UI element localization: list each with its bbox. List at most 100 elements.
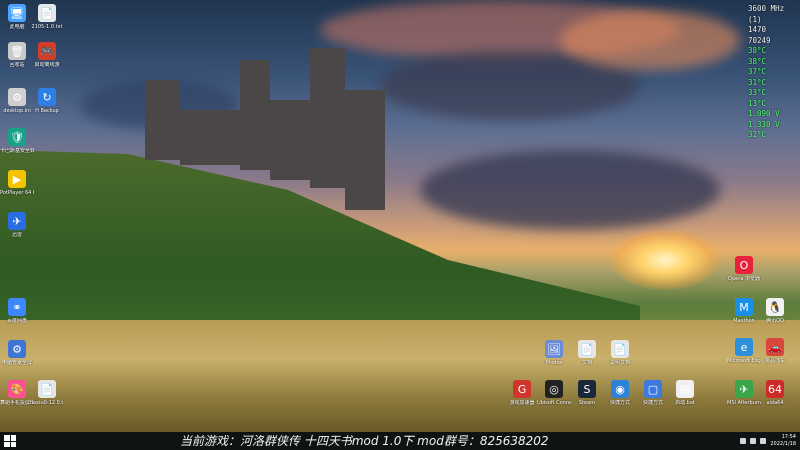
ini-file-shortcut[interactable]: ⚙ desktop.ini	[0, 88, 34, 114]
pc-icon: 🖥	[8, 4, 26, 22]
monitor-reading: 13°C	[748, 98, 767, 108]
opera-icon: O	[735, 256, 753, 274]
window-shortcut[interactable]: ▢ 快捷方式	[636, 380, 670, 406]
aida64-icon: 64	[766, 380, 784, 398]
recycle-bin-shortcut[interactable]: 🗑 回收站	[0, 42, 34, 68]
shortcut-label: 此电脑	[9, 24, 25, 30]
ini-file-icon: ⚙	[8, 88, 26, 106]
monitor-reading: 1.090 V	[748, 109, 780, 118]
maxthon-icon: M	[735, 298, 753, 316]
network-icon: ⚭	[8, 298, 26, 316]
palette-shortcut[interactable]: 🎨 舞蹈手机投屏工具	[0, 380, 34, 406]
wallpaper-field	[0, 320, 800, 432]
castle-ruin	[345, 90, 385, 210]
doc2-icon: 📄	[611, 340, 629, 358]
settings-app-icon: ⚙	[8, 340, 26, 358]
game-launcher-shortcut[interactable]: 🎮 启动离线游	[30, 42, 64, 68]
shortcut-label: 2105-1.0.txt	[31, 24, 63, 30]
notification-tray-icon[interactable]	[760, 438, 767, 444]
shortcut-label: 游戏加速器	[509, 400, 535, 406]
shortcut-label: PotPlayer 64 bit	[0, 190, 34, 196]
swirl-shortcut[interactable]: ◉ 快捷方式	[603, 380, 637, 406]
settings-app-shortcut[interactable]: ⚙ 电脑管家全屏	[0, 340, 34, 366]
pc-shortcut[interactable]: 🖥 此电脑	[0, 4, 34, 30]
wallpaper-cloud	[560, 10, 740, 70]
doc2-shortcut[interactable]: 📄 说明文档	[603, 340, 637, 366]
potplayer-icon: ▶	[8, 170, 26, 188]
monitor-reading: 37°C	[748, 67, 767, 76]
volume-tray-icon[interactable]	[750, 438, 757, 444]
game1-icon: G	[513, 380, 531, 398]
shortcut-label: desktop.ini	[3, 108, 31, 114]
pdf-shortcut[interactable]: 📄 hexiu0-12.0.txt	[30, 380, 64, 406]
msi-shortcut[interactable]: ✈ MSI Afterburner	[727, 380, 761, 406]
shortcut-label: Opera 浏览器	[728, 276, 760, 282]
network-tray-icon[interactable]	[740, 438, 747, 444]
clock-time: 17:54	[781, 434, 796, 440]
bat-icon: ▤	[676, 380, 694, 398]
shortcut-label: MSI Afterburner	[727, 400, 761, 406]
castle-ruin	[180, 110, 240, 165]
shortcut-label: 启动离线游	[34, 62, 60, 68]
qq-shortcut[interactable]: 🐧 腾讯QQ	[758, 298, 792, 324]
feishu-shortcut[interactable]: ✈ 迅雷	[0, 212, 34, 238]
txt-file-shortcut[interactable]: 📄 2105-1.0.txt	[30, 4, 64, 30]
castle-ruin	[240, 60, 270, 170]
network-shortcut[interactable]: ⚭ 百度网盘	[0, 298, 34, 324]
shortcut-label: 腾讯QQ	[766, 318, 784, 324]
hardware-monitor-overlay: 3600 MHz (1) 1470 70249 38°C 38°C 37°C 31°C 33°…	[748, 4, 798, 141]
cpu-clock: 3600 MHz	[748, 4, 785, 13]
game-launcher-icon: 🎮	[38, 42, 56, 60]
taskbar-clock[interactable]: 17:54 2022/1/18	[770, 434, 796, 448]
edge-shortcut[interactable]: e Microsoft Edge	[727, 338, 761, 364]
wallpaper-sun	[610, 230, 720, 290]
steam-shortcut[interactable]: S Steam	[570, 380, 604, 406]
game1-shortcut[interactable]: G 游戏加速器	[505, 380, 539, 406]
game2-icon: ◎	[545, 380, 563, 398]
pdf-icon: 📄	[38, 380, 56, 398]
swirl-icon: ◉	[611, 380, 629, 398]
shortcut-label: Photos	[545, 360, 563, 366]
bat-shortcut[interactable]: ▤ 启动.bat	[668, 380, 702, 406]
shortcut-label: Ubisoft Connect	[537, 400, 571, 406]
monitor-reading: 1470	[748, 25, 767, 34]
shortcut-label: 快捷方式	[642, 400, 663, 406]
start-button[interactable]	[4, 435, 16, 447]
opera-shortcut[interactable]: O Opera 浏览器	[727, 256, 761, 282]
desktop-wallpaper: 🖥 此电脑 📄 2105-1.0.txt 🗑 回收站 🎮 启动离线游 ⚙ desktop.ini ↻…	[0, 0, 800, 432]
shortcut-label: 回收站	[9, 62, 25, 68]
shortcut-label: 极品飞车	[764, 358, 785, 364]
shortcut-label: H Backup	[35, 108, 59, 114]
castle-ruin	[145, 80, 180, 160]
shortcut-label: hexiu0-12.0.txt	[30, 400, 64, 406]
system-tray: 17:54 2022/1/18	[740, 432, 796, 450]
photo-shortcut[interactable]: 🖼 Photos	[537, 340, 571, 366]
game-info-banner: 当前游戏：河洛群侠传 十四天书mod 1.0下 mod群号：825638202	[180, 434, 549, 448]
msi-icon: ✈	[735, 380, 753, 398]
game2-shortcut[interactable]: ◎ Ubisoft Connect	[537, 380, 571, 406]
shortcut-label: 快捷方式	[609, 400, 630, 406]
monitor-reading: 38°C	[748, 46, 767, 55]
security-shortcut[interactable]: 🛡 卡巴斯基安全软件	[0, 128, 34, 154]
edge-icon: e	[735, 338, 753, 356]
maxthon-shortcut[interactable]: M Maxthon	[727, 298, 761, 324]
potplayer-shortcut[interactable]: ▶ PotPlayer 64 bit	[0, 170, 34, 196]
monitor-reading: 70249	[748, 35, 771, 45]
shortcut-label: 百度网盘	[6, 318, 27, 324]
shortcut-label: 文档	[581, 360, 592, 366]
shortcut-label: 电脑管家全屏	[1, 360, 32, 366]
steam-icon: S	[578, 380, 596, 398]
clock-date: 2022/1/18	[770, 441, 796, 447]
window-icon: ▢	[644, 380, 662, 398]
aida64-shortcut[interactable]: 64 aida64	[758, 380, 792, 406]
doc1-shortcut[interactable]: 📄 文档	[570, 340, 604, 366]
shortcut-label: Maxthon	[733, 318, 755, 324]
shortcut-label: 说明文档	[609, 360, 630, 366]
monitor-reading: 31°C	[748, 77, 767, 87]
car-icon: 🚗	[766, 338, 784, 356]
backup-shortcut[interactable]: ↻ H Backup	[30, 88, 64, 114]
shortcut-label: aida64	[766, 400, 784, 406]
castle-ruin	[270, 100, 310, 180]
castle-tower	[310, 48, 345, 188]
car-shortcut[interactable]: 🚗 极品飞车	[758, 338, 792, 364]
